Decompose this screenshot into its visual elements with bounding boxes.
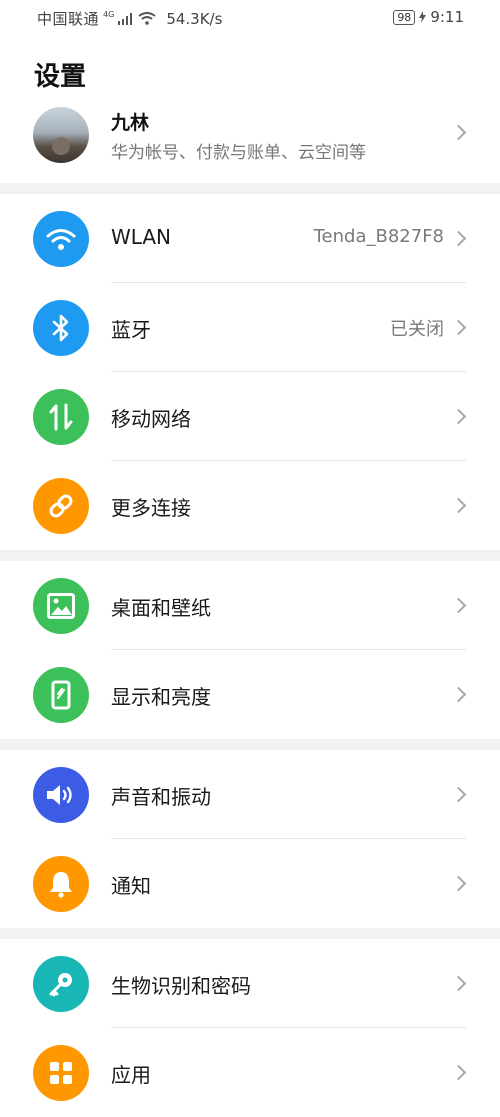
mobile-data-icon — [33, 389, 89, 445]
chevron-right-icon — [450, 230, 467, 247]
notification-bell-icon — [33, 856, 89, 912]
network-speed: 54.3K/s — [166, 9, 223, 28]
chevron-right-icon — [450, 124, 467, 141]
chevron-right-icon — [450, 975, 467, 992]
settings-item-label: 更多连接 — [111, 496, 191, 520]
settings-item-label: 蓝牙 — [111, 318, 151, 342]
battery-indicator: 98 — [393, 9, 416, 25]
section-separator — [0, 183, 500, 194]
section-separator — [0, 739, 500, 750]
chevron-right-icon — [450, 319, 467, 336]
chevron-right-icon — [450, 408, 467, 425]
account-name: 九林 — [111, 112, 150, 134]
settings-item-value: 已关闭 — [390, 319, 444, 340]
account-row[interactable]: 九林 华为帐号、付款与账单、云空间等 — [0, 100, 500, 182]
wifi-icon — [33, 211, 89, 267]
display-icon — [33, 667, 89, 723]
wallpaper-icon — [33, 578, 89, 634]
apps-icon — [33, 1045, 89, 1101]
section-separator — [0, 928, 500, 939]
page-title: 设置 — [34, 62, 87, 92]
chevron-right-icon — [450, 786, 467, 803]
settings-item-label: 显示和亮度 — [111, 685, 211, 709]
chevron-right-icon — [450, 1064, 467, 1081]
settings-item-label: 通知 — [111, 874, 151, 898]
wifi-status-icon — [138, 12, 156, 25]
settings-item-wallpaper[interactable]: 桌面和壁纸 — [0, 561, 500, 650]
settings-item-notifications[interactable]: 通知 — [0, 839, 500, 928]
signal-icon — [118, 12, 134, 25]
settings-item-more-connections[interactable]: 更多连接 — [0, 461, 500, 550]
status-bar: 中国联通 4G 54.3K/s 98 9:11 — [0, 0, 500, 34]
settings-item-sound[interactable]: 声音和振动 — [0, 750, 500, 839]
carrier-name: 中国联通 — [37, 10, 100, 28]
network-type: 4G — [103, 10, 115, 19]
account-subtitle: 华为帐号、付款与账单、云空间等 — [111, 143, 366, 163]
settings-item-label: 桌面和壁纸 — [111, 596, 211, 620]
settings-item-mobile-network[interactable]: 移动网络 — [0, 372, 500, 461]
key-icon — [33, 956, 89, 1012]
sound-icon — [33, 767, 89, 823]
settings-item-label: 声音和振动 — [111, 785, 211, 809]
chevron-right-icon — [450, 875, 467, 892]
bluetooth-icon — [33, 300, 89, 356]
avatar — [33, 107, 89, 163]
settings-item-label: 移动网络 — [111, 407, 191, 431]
settings-item-bluetooth[interactable]: 蓝牙 已关闭 — [0, 283, 500, 372]
settings-item-wlan[interactable]: WLAN Tenda_B827F8 — [0, 194, 500, 283]
settings-item-label: 应用 — [111, 1063, 151, 1087]
chevron-right-icon — [450, 497, 467, 514]
section-separator — [0, 550, 500, 561]
status-right: 98 9:11 — [393, 8, 464, 26]
chevron-right-icon — [450, 686, 467, 703]
clock: 9:11 — [430, 8, 464, 26]
settings-item-display[interactable]: 显示和亮度 — [0, 650, 500, 739]
settings-item-biometrics[interactable]: 生物识别和密码 — [0, 939, 500, 1028]
settings-item-label: WLAN — [111, 225, 172, 249]
settings-item-label: 生物识别和密码 — [111, 974, 251, 998]
settings-item-apps[interactable]: 应用 — [0, 1028, 500, 1117]
status-left: 中国联通 4G 54.3K/s — [37, 8, 222, 29]
link-icon — [33, 478, 89, 534]
charging-icon — [419, 11, 427, 23]
chevron-right-icon — [450, 597, 467, 614]
settings-item-value: Tenda_B827F8 — [313, 226, 444, 247]
